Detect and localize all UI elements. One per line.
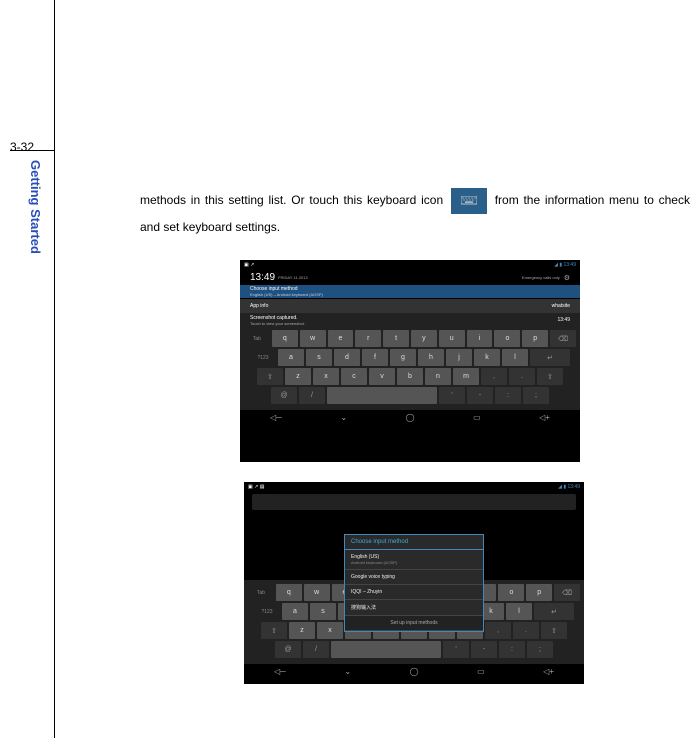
key-b[interactable]: b: [397, 368, 423, 385]
choose-input-row[interactable]: Choose input method English (US) – Andro…: [240, 285, 580, 299]
numbers-key[interactable]: ?123: [250, 349, 276, 366]
key-a[interactable]: a: [278, 349, 304, 366]
screenshot-captured-row[interactable]: Screenshot captured. Touch to view your …: [240, 313, 580, 327]
key-apos[interactable]: ': [439, 387, 465, 404]
screenshot-time: 13:49: [557, 317, 570, 323]
option-english[interactable]: English (US) Android keyboard (AOSP): [345, 550, 483, 570]
para-text-a: methods in this setting list. Or touch t…: [140, 193, 448, 207]
key-d[interactable]: d: [334, 349, 360, 366]
body-paragraph: methods in this setting list. Or touch t…: [140, 187, 690, 240]
down-icon[interactable]: ⌄: [340, 413, 347, 422]
key-comma[interactable]: ,: [481, 368, 507, 385]
key-i[interactable]: i: [467, 330, 493, 347]
key-y[interactable]: y: [411, 330, 437, 347]
key-f[interactable]: f: [362, 349, 388, 366]
option-voice[interactable]: Google voice typing: [345, 570, 483, 585]
key-g[interactable]: g: [390, 349, 416, 366]
opt1-sub: Android keyboard (AOSP): [351, 560, 477, 565]
key-m[interactable]: m: [453, 368, 479, 385]
setup-input[interactable]: Set up input methods: [345, 616, 483, 631]
choose-sub: English (US) – Android keyboard (AOSP): [250, 292, 323, 297]
key-x[interactable]: x: [313, 368, 339, 385]
key-s[interactable]: s: [306, 349, 332, 366]
key-c[interactable]: c: [341, 368, 367, 385]
key-colon[interactable]: :: [495, 387, 521, 404]
settings-icon: ⚙: [564, 274, 570, 282]
key-semi[interactable]: ;: [523, 387, 549, 404]
back-icon[interactable]: ◁─: [270, 413, 282, 422]
nav-bar-1: ◁─ ⌄ ◯ ▭ ◁+: [240, 410, 580, 424]
key-n[interactable]: n: [425, 368, 451, 385]
input-method-dialog: Choose input method English (US) Android…: [344, 534, 484, 632]
notification-panel-1: 13:49 FRIDAY 11.2013 Emergency calls onl…: [240, 270, 580, 326]
app-info-label: App info: [250, 303, 268, 309]
option-sogou[interactable]: 搜狗输入法: [345, 600, 483, 616]
status-bar-1: ▣ ↗ ◢ ▮ 13:49: [240, 260, 580, 270]
key-t[interactable]: t: [383, 330, 409, 347]
keyboard-icon: [451, 188, 487, 214]
screenshot-sub: Touch to view your screenshot.: [250, 321, 305, 326]
key-l[interactable]: l: [502, 349, 528, 366]
shift-key-r[interactable]: ⇧: [537, 368, 563, 385]
key-u[interactable]: u: [439, 330, 465, 347]
key-v[interactable]: v: [369, 368, 395, 385]
dialog-title: Choose input method: [345, 535, 483, 550]
at-key[interactable]: @: [271, 387, 297, 404]
home-icon[interactable]: ◯: [406, 413, 415, 422]
key-w[interactable]: w: [300, 330, 326, 347]
screenshot-2: ▣ ↗ ▤ ◢ ▮ 13:49 Tab q w e r t y u i o p …: [244, 482, 584, 684]
notif-date: FRIDAY 11.2013: [278, 275, 308, 280]
status-left: ▣ ↗: [244, 262, 254, 268]
app-info-row[interactable]: App info whatsite: [240, 299, 580, 313]
keyboard-1[interactable]: Tab q w e r t y u i o p ⌫ ?123 a s d f g…: [240, 326, 580, 410]
tab-key[interactable]: Tab: [244, 330, 270, 347]
space-key[interactable]: [327, 387, 437, 404]
key-z[interactable]: z: [285, 368, 311, 385]
content-area: methods in this setting list. Or touch t…: [140, 187, 690, 696]
option-iqqi[interactable]: IQQI – Zhuyin: [345, 585, 483, 600]
app-info-r: whatsite: [552, 303, 570, 309]
key-period[interactable]: .: [509, 368, 535, 385]
recent-icon[interactable]: ▭: [473, 413, 481, 422]
key-e[interactable]: e: [328, 330, 354, 347]
key-j[interactable]: j: [446, 349, 472, 366]
page-number: 3-32: [10, 140, 34, 154]
vertical-divider: [54, 0, 55, 738]
key-dash[interactable]: -: [467, 387, 493, 404]
section-title: Getting Started: [28, 160, 43, 254]
notif-time-row: 13:49 FRIDAY 11.2013 Emergency calls onl…: [240, 270, 580, 285]
key-k[interactable]: k: [474, 349, 500, 366]
key-h[interactable]: h: [418, 349, 444, 366]
notif-time: 13:49: [250, 272, 275, 283]
key-slash[interactable]: /: [299, 387, 325, 404]
key-q[interactable]: q: [272, 330, 298, 347]
enter-key[interactable]: ↵: [530, 349, 570, 366]
shift-key-l[interactable]: ⇧: [257, 368, 283, 385]
status-right: ◢ ▮ 13:49: [554, 262, 576, 268]
screenshot-1: ▣ ↗ ◢ ▮ 13:49 13:49 FRIDAY 11.2013 Emerg…: [240, 260, 580, 462]
key-p[interactable]: p: [522, 330, 548, 347]
backspace-key[interactable]: ⌫: [550, 330, 576, 347]
key-r[interactable]: r: [355, 330, 381, 347]
key-o[interactable]: o: [494, 330, 520, 347]
vol-icon[interactable]: ◁+: [539, 413, 550, 422]
dialog-overlay: Choose input method English (US) Android…: [244, 482, 584, 684]
phone-label: Emergency calls only: [522, 275, 560, 280]
